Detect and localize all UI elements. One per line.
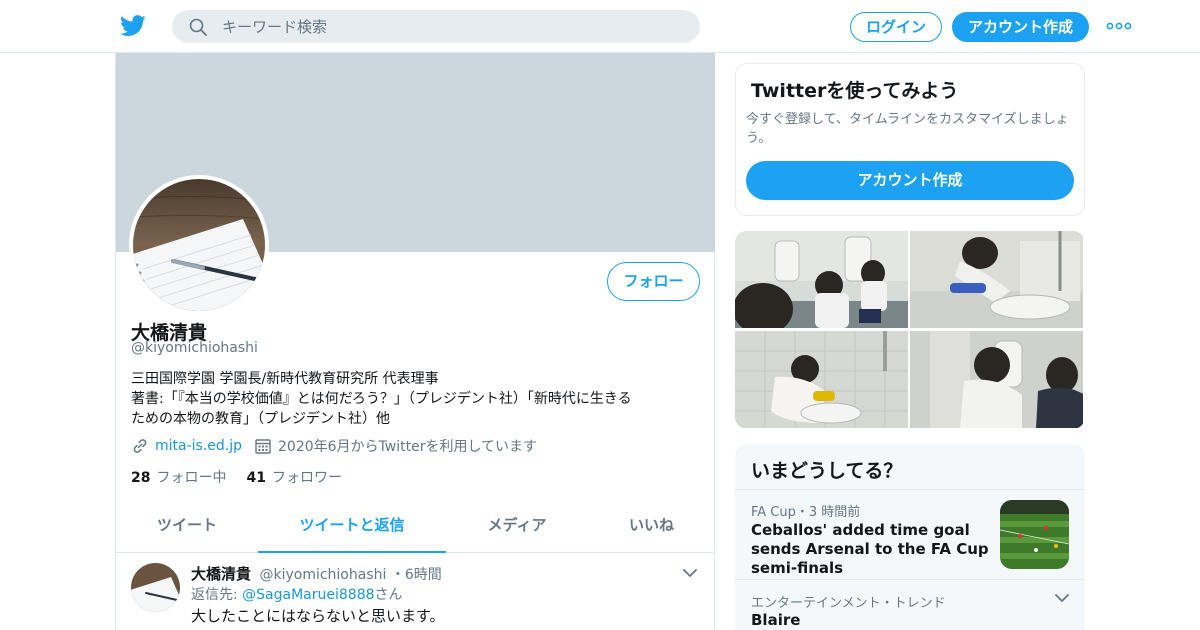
login-button[interactable]: ログイン [850,12,942,42]
profile-meta: mita-is.ed.jp 2020年6月からTwitterを利用しています [131,436,537,456]
app-root: ログイン アカウント作成 [0,0,1200,630]
media-photo [910,331,1083,428]
profile-stats: 28 フォロー中 41 フォロワー [131,467,362,487]
bio-line: ための本物の教育」（プレジデント社）他 [131,411,390,427]
profile-tabs: ツイート ツイートと返信 メディア いいね [116,506,715,553]
follow-button[interactable]: フォロー [607,262,700,301]
profile-column: フォロー 大橋清貴 @kiyomichiohashi 三田国際学園 学園長/新時… [115,53,715,630]
following-stat[interactable]: 28 フォロー中 [131,467,226,487]
tweet-separator: ・ [390,567,405,583]
profile-website-link[interactable]: mita-is.ed.jp [155,438,242,454]
signup-card: Twitterを使ってみよう 今すぐ登録して、タイムラインをカスタマイズしましょ… [735,63,1085,216]
following-count: 28 [131,470,151,486]
trends-panel: いまどうしてる？ FA Cup・3 時間前 Ceballos' added ti… [735,444,1085,630]
signup-button[interactable]: アカウント作成 [952,12,1089,42]
search-box[interactable] [172,10,700,43]
profile-bio: 三田国際学園 学園長/新時代教育研究所 代表理事 著書:「『本当の学校価値』とは… [131,369,701,429]
trend-meta: FA Cup・3 時間前 [751,505,861,520]
trends-divider [735,489,1085,490]
top-navigation-bar: ログイン アカウント作成 [0,0,1200,53]
tweet-avatar-image [131,563,180,612]
signup-card-title: Twitterを使ってみよう [751,80,959,102]
tab-likes[interactable]: いいね [588,506,715,552]
tweet-time[interactable]: 6時間 [405,567,442,583]
media-thumbnail[interactable] [910,231,1083,328]
followers-label: フォロワー [271,470,342,486]
profile-avatar[interactable] [129,175,269,315]
tweet-text: 大したことにはならないと思います。 [191,607,445,625]
trend-meta: エンターテインメント・トレンド [751,596,946,611]
bio-line: 三田国際学園 学園長/新時代教育研究所 代表理事 [131,371,439,387]
reply-suffix: さん [374,587,403,603]
media-grid [735,231,1085,429]
link-icon [133,439,147,453]
signup-card-button[interactable]: アカウント作成 [746,161,1074,200]
more-options-icon[interactable] [1106,18,1132,34]
followers-stat[interactable]: 41 フォロワー [246,467,341,487]
tweet-author-name[interactable]: 大橋清貴 [191,565,251,583]
tab-tweets[interactable]: ツイート [116,506,258,552]
reply-prefix: 返信先: [191,587,243,603]
tweet-header: 大橋清貴 @kiyomichiohashi ・6時間 [191,563,442,584]
media-thumbnail[interactable] [910,331,1083,428]
followers-count: 41 [246,470,266,486]
calendar-icon [255,439,271,454]
profile-handle[interactable]: @kiyomichiohashi [131,340,258,356]
media-photo [910,231,1083,328]
football-pitch-image [1000,500,1069,569]
media-thumbnail[interactable] [735,231,908,328]
media-photo [735,231,908,328]
tweet-reply-context: 返信先: @SagaMaruei8888さん [191,584,403,604]
media-thumbnail[interactable] [735,331,908,428]
search-icon [189,18,207,36]
following-label: フォロー中 [156,470,227,486]
tweet-avatar[interactable] [131,563,180,612]
tab-media[interactable]: メディア [446,506,588,552]
chevron-down-icon[interactable] [682,567,698,579]
twitter-logo-icon[interactable] [120,14,146,38]
trend-thumbnail[interactable] [1000,500,1069,569]
chevron-down-icon[interactable] [1054,592,1070,604]
profile-join-date: 2020年6月からTwitterを利用しています [278,439,538,455]
trends-header: いまどうしてる？ [751,460,903,482]
trend-title[interactable]: Ceballos' added time goal sends Arsenal … [751,521,991,578]
search-input[interactable] [222,10,682,43]
trend-title[interactable]: Blaire [751,611,991,630]
reply-mention-link[interactable]: @SagaMaruei8888 [242,587,374,603]
tweet-item[interactable]: 大橋清貴 @kiyomichiohashi ・6時間 返信先: @SagaMar… [116,553,715,630]
signup-card-description: 今すぐ登録して、タイムラインをカスタマイズしましょう。 [746,112,1069,146]
tweet-author-handle[interactable]: @kiyomichiohashi [259,567,386,583]
media-photo [735,331,908,428]
bio-line: 著書:「『本当の学校価値』とは何だろう？」（プレジデント社）「新時代に生きる [131,391,632,407]
trends-divider [735,579,1085,580]
tab-tweets-and-replies[interactable]: ツイートと返信 [258,506,446,553]
avatar-notebook-pen-image [133,179,265,311]
